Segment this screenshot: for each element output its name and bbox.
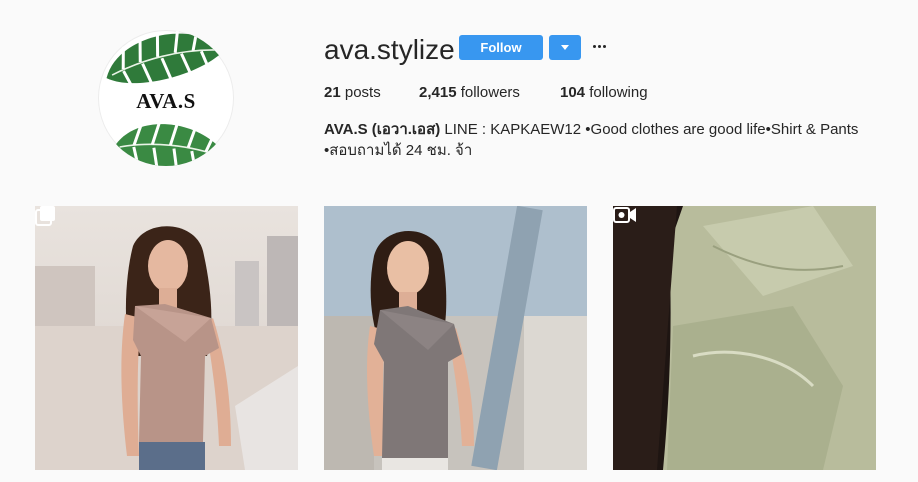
followers-count-label: followers [460,84,520,101]
post-thumbnail[interactable] [613,206,876,470]
following-count-label: following [589,84,648,101]
post-thumbnail[interactable] [324,206,587,470]
post-image-green-fabric [613,206,876,470]
post-image-woman-grey-top [324,206,587,470]
followers-count[interactable]: 2,415 followers [419,83,520,103]
followers-count-value: 2,415 [419,84,457,101]
posts-count-value: 21 [324,84,341,101]
more-options-button[interactable] [590,38,610,56]
posts-count[interactable]: 21 posts [324,83,381,103]
post-image-woman-pink-top [35,206,298,470]
more-options-icon [593,45,596,48]
bio-full-name: AVA.S (เอวา.เอส) [324,121,441,138]
video-camera-icon [613,207,636,223]
avatar-logo-text: AVA.S [136,89,196,113]
profile-bio: AVA.S (เอวา.เอส) LINE : KAPKAEW12 •Good … [324,119,884,161]
following-count-value: 104 [560,84,586,101]
multiple-images-icon [35,206,55,226]
bio-text-line1: LINE : KAPKAEW12 •Good clothes are good … [444,121,859,138]
post-thumbnail[interactable] [35,206,298,470]
bio-text-line2: •สอบถามได้ 24 ชม. จ้า [324,142,473,159]
posts-count-label: posts [344,84,381,101]
chevron-down-icon [561,45,569,50]
profile-username: ava.stylize [324,34,455,65]
follow-button[interactable]: Follow [459,35,543,60]
profile-avatar[interactable]: AVA.S [98,30,234,166]
suggestions-dropdown-button[interactable] [549,35,581,60]
following-count[interactable]: 104 following [560,83,648,103]
